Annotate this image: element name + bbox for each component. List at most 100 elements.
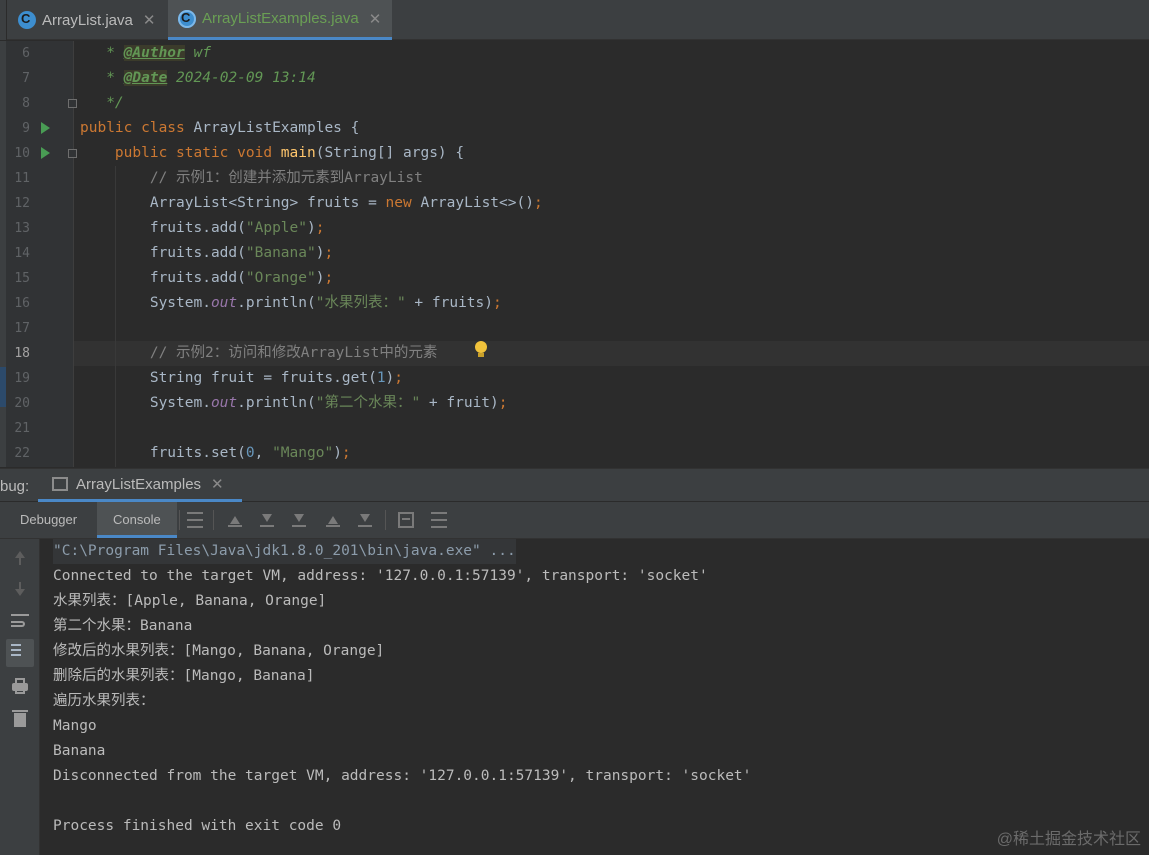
print-icon[interactable] (11, 678, 29, 696)
debug-window-label: bug: (0, 478, 30, 495)
code-line[interactable]: */ (80, 91, 1149, 116)
code-line[interactable] (80, 316, 1149, 341)
tab-debugger[interactable]: Debugger (4, 502, 93, 538)
code-token: // 示例1：创建并添加元素到ArrayList (80, 170, 423, 186)
show-execution-point-icon[interactable] (187, 512, 203, 528)
line-number[interactable]: 21 (6, 416, 30, 441)
step-into-icon[interactable] (259, 512, 275, 528)
code-line[interactable]: public static void main(String[] args) { (80, 141, 1149, 166)
code-token: wf (184, 45, 211, 61)
run-gutter-icon[interactable] (41, 147, 50, 159)
line-number[interactable]: 13 (6, 216, 30, 241)
code-token: ; (324, 245, 334, 261)
step-over-icon[interactable] (227, 512, 243, 528)
code-line[interactable]: ArrayList<String> fruits = new ArrayList… (80, 191, 1149, 216)
console-line: 修改后的水果列表：[Mango, Banana, Orange] (53, 643, 385, 659)
line-number[interactable]: 15 (6, 266, 30, 291)
code-token: + fruit) (420, 395, 499, 411)
toolbar-separator (385, 510, 386, 530)
debug-session-tab[interactable]: ArrayListExamples ✕ (38, 469, 242, 502)
down-arrow-icon[interactable] (11, 580, 29, 598)
code-token: , (254, 445, 273, 461)
code-token: "Apple" (245, 220, 307, 236)
close-tab-icon[interactable]: ✕ (143, 11, 156, 29)
soft-wrap-icon[interactable] (11, 614, 29, 632)
code-line[interactable]: fruits.add("Banana"); (80, 241, 1149, 266)
debug-toolbar: Debugger Console (0, 502, 1149, 539)
code-line[interactable]: // 示例2：访问和修改ArrayList中的元素 (80, 341, 1149, 366)
line-number[interactable]: 9 (6, 116, 30, 141)
line-number[interactable]: 16 (6, 291, 30, 316)
line-number[interactable]: 10 (6, 141, 30, 166)
line-number[interactable]: 7 (6, 66, 30, 91)
code-line[interactable]: fruits.add("Orange"); (80, 266, 1149, 291)
tab-console[interactable]: Console (97, 502, 177, 538)
code-token: ; (341, 445, 351, 461)
line-number[interactable]: 22 (6, 441, 30, 466)
tab-arraylist-java[interactable]: ArrayList.java ✕ (8, 0, 162, 40)
trace-stream-icon[interactable] (431, 512, 447, 528)
editor-tab-bar: ArrayList.java ✕ ArrayListExamples.java … (0, 0, 1149, 40)
line-number[interactable]: 20 (6, 391, 30, 416)
console-command-line: "C:\Program Files\Java\jdk1.8.0_201\bin\… (53, 539, 516, 564)
code-line[interactable]: String fruit = fruits.get(1); (80, 366, 1149, 391)
code-token: new (385, 195, 421, 211)
line-number[interactable]: 6 (6, 41, 30, 66)
force-step-into-icon[interactable] (291, 512, 307, 528)
code-token: fruits.add( (80, 270, 246, 286)
code-line[interactable]: fruits.set(0, "Mango"); (80, 441, 1149, 466)
line-number[interactable]: 11 (6, 166, 30, 191)
code-line[interactable] (80, 416, 1149, 441)
code-editor[interactable]: * @Author wf * @Date 2024-02-09 13:14 */… (0, 41, 1149, 467)
close-session-icon[interactable]: ✕ (211, 475, 224, 493)
run-gutter-icon[interactable] (41, 122, 50, 134)
code-token: String fruit = fruits.get( (80, 370, 377, 386)
java-class-icon (18, 11, 36, 29)
code-line[interactable]: fruits.add("Apple"); (80, 216, 1149, 241)
tab-label: ArrayListExamples.java (202, 10, 359, 27)
code-token: 1 (376, 370, 386, 386)
code-token: public static void (114, 145, 281, 161)
code-line[interactable]: * @Author wf (80, 41, 1149, 66)
lightbulb-icon[interactable] (475, 341, 487, 357)
code-token: ; (498, 395, 508, 411)
console-output[interactable]: "C:\Program Files\Java\jdk1.8.0_201\bin\… (40, 539, 1149, 855)
close-tab-icon[interactable]: ✕ (369, 10, 382, 28)
line-number[interactable]: 19 (6, 366, 30, 391)
line-number[interactable]: 8 (6, 91, 30, 116)
code-token: .println( (237, 395, 316, 411)
code-token: System. (80, 395, 211, 411)
code-token: out (210, 295, 238, 311)
evaluate-expression-icon[interactable] (398, 512, 414, 528)
console-line: 删除后的水果列表：[Mango, Banana] (53, 668, 315, 684)
code-token: .println( (237, 295, 316, 311)
scroll-to-end-icon[interactable] (6, 639, 34, 667)
indent-guide (115, 166, 116, 467)
code-line[interactable]: System.out.println("水果列表：" + fruits); (80, 291, 1149, 316)
code-line[interactable]: * @Date 2024-02-09 13:14 (80, 66, 1149, 91)
clear-all-icon[interactable] (11, 709, 29, 727)
console-line: Process finished with exit code 0 (53, 818, 342, 834)
line-number[interactable]: 12 (6, 191, 30, 216)
code-line[interactable]: System.out.println("第二个水果：" + fruit); (80, 391, 1149, 416)
code-line[interactable]: public class ArrayListExamples { (80, 116, 1149, 141)
line-number[interactable]: 17 (6, 316, 30, 341)
session-label: ArrayListExamples (76, 475, 202, 493)
fold-icon[interactable] (68, 149, 77, 158)
step-out-icon[interactable] (325, 512, 341, 528)
code-token: "Mango" (272, 445, 334, 461)
code-token: public class (80, 120, 194, 136)
code-token: ArrayList<>() (420, 195, 534, 211)
code-token: @Date (123, 70, 168, 86)
code-token: * (80, 45, 124, 61)
run-to-cursor-icon[interactable] (357, 512, 373, 528)
code-token: ; (533, 195, 543, 211)
line-number[interactable]: 14 (6, 241, 30, 266)
line-number[interactable]: 18 (6, 341, 30, 366)
up-arrow-icon[interactable] (11, 549, 29, 567)
tab-arraylistexamples-java[interactable]: ArrayListExamples.java ✕ (168, 0, 392, 40)
code-line[interactable]: // 示例1：创建并添加元素到ArrayList (80, 166, 1149, 191)
code-token: "水果列表：" (315, 295, 406, 311)
fold-icon[interactable] (68, 99, 77, 108)
tab-label: ArrayList.java (42, 11, 133, 29)
